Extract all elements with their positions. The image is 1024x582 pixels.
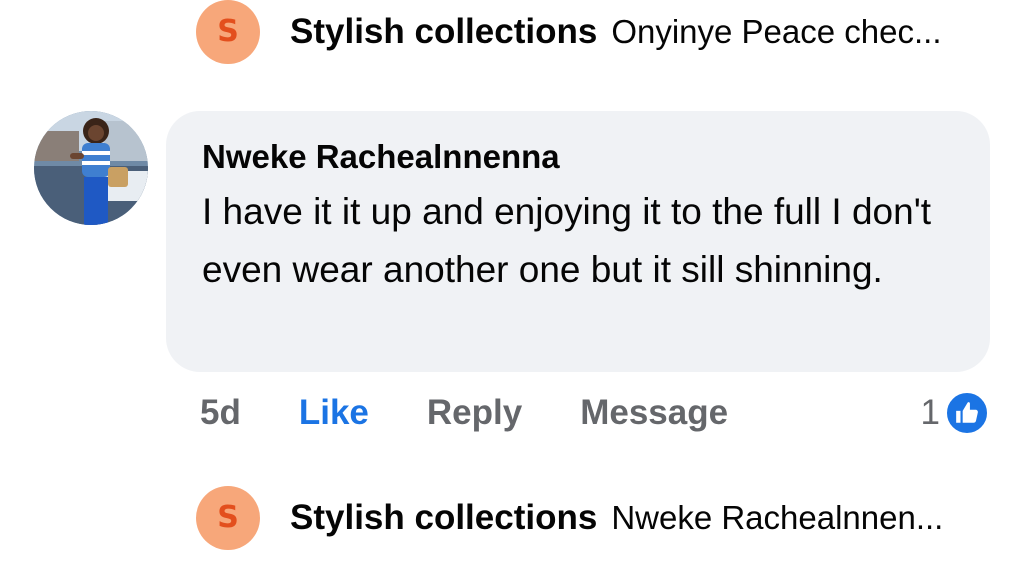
reply-author[interactable]: Stylish collections (290, 12, 597, 52)
profile-photo (34, 111, 148, 225)
comment-bubble: Nweke Rachealnnenna I have it it up and … (166, 111, 990, 372)
reply-author[interactable]: Stylish collections (290, 498, 597, 538)
reaction-count: 1 (920, 393, 940, 432)
comment-timestamp[interactable]: 5d (200, 393, 241, 433)
avatar[interactable] (34, 111, 148, 225)
reply-preview-bottom[interactable]: S Stylish collections Nweke Rachealnnen.… (196, 486, 994, 550)
avatar-letter: S (217, 14, 239, 49)
message-button[interactable]: Message (580, 393, 728, 433)
comment-text: I have it it up and enjoying it to the f… (202, 191, 932, 290)
reaction-summary[interactable]: 1 (921, 388, 990, 438)
comment-actions: 5d Like Reply Message (200, 388, 728, 438)
comment-author[interactable]: Nweke Rachealnnenna (202, 137, 954, 177)
reply-snippet[interactable]: Onyinye Peace chec... (611, 13, 941, 51)
like-button[interactable]: Like (299, 393, 369, 433)
reply-snippet[interactable]: Nweke Rachealnnen... (611, 499, 943, 537)
avatar-letter: S (217, 500, 239, 535)
reply-button[interactable]: Reply (427, 393, 522, 433)
thumbs-up-icon (944, 390, 990, 436)
reply-preview-top[interactable]: S Stylish collections Onyinye Peace chec… (196, 0, 994, 64)
avatar[interactable]: S (196, 486, 260, 550)
avatar[interactable]: S (196, 0, 260, 64)
